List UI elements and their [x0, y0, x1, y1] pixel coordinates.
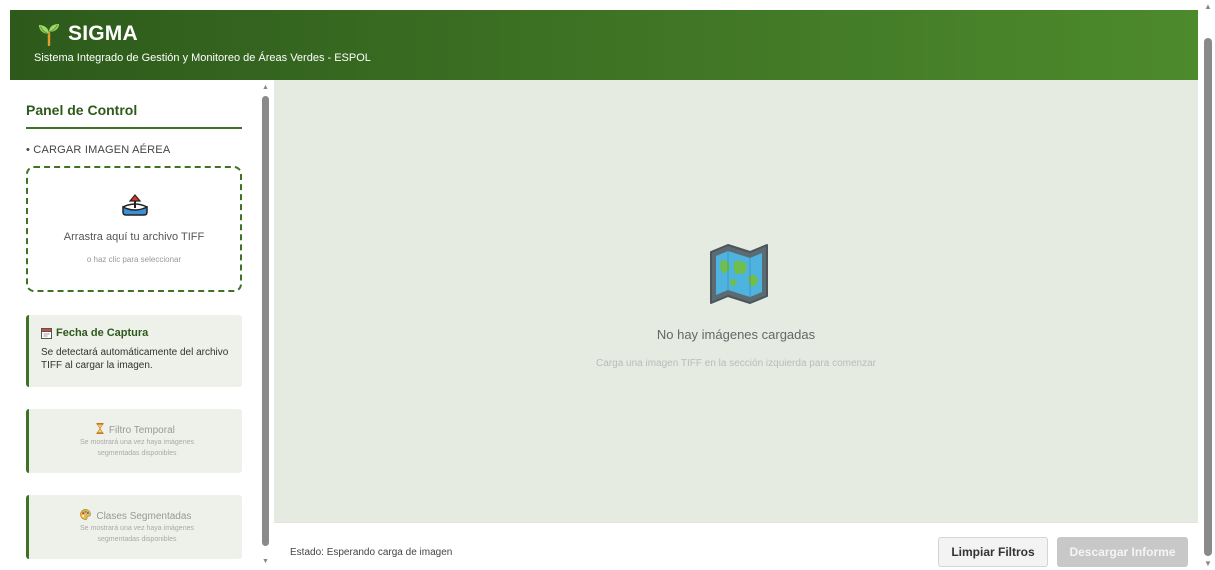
control-panel-sidebar: Panel de Control • CARGAR IMAGEN AÉREA A…	[10, 80, 258, 570]
upload-section-label: • CARGAR IMAGEN AÉREA	[26, 144, 171, 156]
app-name: SIGMA	[68, 22, 138, 45]
capture-date-description: Se detectará automáticamente del archivo…	[41, 347, 229, 371]
page-scroll-up-icon[interactable]: ▲	[1204, 2, 1212, 11]
palette-icon	[79, 509, 91, 520]
map-icon	[710, 244, 768, 304]
capture-date-card: Fecha de Captura Se detectará automática…	[26, 315, 242, 387]
calendar-icon	[41, 327, 52, 339]
dropzone-hint-text: o haz clic para seleccionar	[86, 255, 182, 264]
tiff-dropzone[interactable]: Arrastra aquí tu archivo TIFF o haz clic…	[26, 166, 242, 292]
panel-title: Panel de Control	[26, 102, 138, 118]
image-viewer: No hay imágenes cargadas Carga una image…	[274, 80, 1198, 522]
temporal-filter-description: Se mostrará una vez haya imágenes segmen…	[79, 439, 194, 457]
scroll-down-arrow-icon[interactable]: ▼	[262, 558, 269, 565]
segmented-classes-card: Clases Segmentadas Se mostrará una vez h…	[26, 495, 242, 559]
download-report-button[interactable]: Descargar Informe	[1057, 537, 1188, 567]
temporal-filter-title: Filtro Temporal	[29, 423, 242, 436]
temporal-filter-card: Filtro Temporal Se mostrará una vez haya…	[26, 409, 242, 473]
temporal-filter-title-text: Filtro Temporal	[108, 425, 175, 436]
sprout-icon	[39, 24, 59, 46]
upload-icon	[122, 194, 148, 216]
empty-state-title: No hay imágenes cargadas	[656, 327, 816, 342]
capture-date-title: Fecha de Captura	[41, 327, 148, 339]
app-logo: SIGMA	[38, 22, 138, 46]
segmented-classes-title-text: Clases Segmentadas	[96, 511, 192, 522]
empty-state-hint: Carga una imagen TIFF en la sección izqu…	[596, 358, 876, 369]
sidebar-scroll-thumb[interactable]	[262, 96, 269, 546]
hourglass-icon	[96, 423, 104, 434]
status-bar: Estado: Esperando carga de imagen Limpia…	[274, 522, 1198, 570]
page-scroll-down-icon[interactable]: ▼	[1204, 559, 1212, 568]
page-scrollbar[interactable]: ▲ ▼	[1198, 0, 1215, 570]
scroll-up-arrow-icon[interactable]: ▲	[262, 84, 269, 91]
clear-filters-button[interactable]: Limpiar Filtros	[938, 537, 1048, 567]
segmented-classes-title: Clases Segmentadas	[29, 509, 242, 522]
page-scroll-thumb[interactable]	[1204, 38, 1212, 556]
status-text: Estado: Esperando carga de imagen	[290, 547, 453, 558]
dropzone-main-text: Arrastra aquí tu archivo TIFF	[63, 231, 205, 243]
panel-title-divider	[26, 127, 242, 129]
app-subtitle: Sistema Integrado de Gestión y Monitoreo…	[34, 52, 371, 64]
capture-date-title-text: Fecha de Captura	[56, 327, 149, 339]
app-header: SIGMA Sistema Integrado de Gestión y Mon…	[10, 10, 1198, 80]
sidebar-scrollbar[interactable]: ▲ ▼	[258, 80, 274, 570]
segmented-classes-description: Se mostrará una vez haya imágenes segmen…	[79, 525, 194, 543]
